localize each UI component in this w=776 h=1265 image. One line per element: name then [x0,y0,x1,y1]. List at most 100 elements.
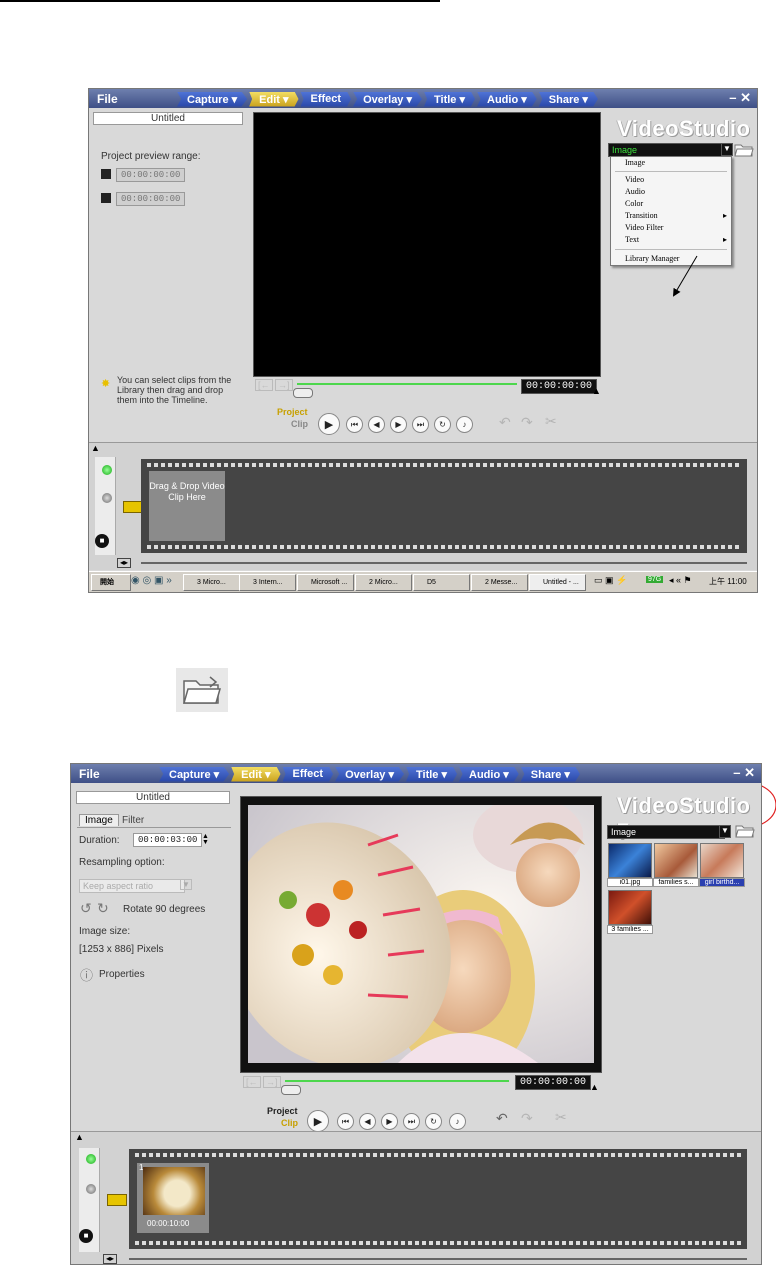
tab-effect[interactable]: Effect [300,91,352,107]
project-title[interactable]: Untitled [93,112,243,125]
volume-button[interactable]: ♪ [456,416,473,433]
timecode-display[interactable]: 00:00:00:00 [521,379,598,394]
undo-icon[interactable]: ↶ [496,1110,508,1127]
tab-capture[interactable]: Capture ▾ [177,91,248,107]
tray-icons[interactable]: ▭ ▣ ⚡ [594,575,627,586]
tab-filter[interactable]: Filter [117,815,149,826]
menu-item-transition[interactable]: Transition ▸ [611,210,731,222]
play-button[interactable]: ▶ [307,1110,329,1132]
start-button[interactable]: 開始 [91,574,131,591]
fullscreen-icon[interactable]: ▲ [592,386,601,396]
dropdown-arrow-icon[interactable]: ▼ [719,825,731,838]
clip-label[interactable]: Clip [291,419,308,429]
library-thumb-4[interactable] [608,890,652,925]
fullscreen-icon[interactable]: ▲ [590,1082,599,1092]
resampling-arrow-icon[interactable]: ▼ [180,879,192,890]
dropdown-arrow-icon[interactable]: ▼ [721,143,733,156]
next-button[interactable]: ▶ [390,416,407,433]
drop-zone[interactable]: Drag & Drop Video Clip Here [149,471,225,541]
duration-spinner-icon[interactable]: ▲ ▼ [202,833,209,846]
tray-extra-icons[interactable]: ◂ « ⚑ [669,575,692,586]
timeline-scrollbar[interactable] [129,1258,747,1260]
tab-audio[interactable]: Audio ▾ [477,91,537,107]
properties-label[interactable]: Properties [99,969,145,980]
window-controls[interactable]: – ✕ [733,765,755,781]
open-folder-icon[interactable] [735,822,755,843]
zoom-icon[interactable]: ◂▸ [117,558,132,568]
tab-title[interactable]: Title ▾ [406,766,458,782]
library-dropdown[interactable]: Image [608,143,728,157]
scrub-handle[interactable] [293,388,313,398]
task-item-4[interactable]: 2 Micro... [355,574,412,591]
repeat-button[interactable]: ↻ [425,1113,442,1130]
clip-label[interactable]: Clip [281,1118,298,1128]
open-folder-icon[interactable] [734,141,754,162]
tab-capture[interactable]: Capture ▾ [159,766,230,782]
next-frame-icon[interactable]: →] [263,1076,281,1088]
tab-share[interactable]: Share ▾ [520,766,580,782]
tab-share[interactable]: Share ▾ [538,91,598,107]
task-item-1[interactable]: 3 Micro... [183,574,240,591]
previous-button[interactable]: ◀ [359,1113,376,1130]
tab-edit[interactable]: Edit ▾ [249,91,299,107]
tab-title[interactable]: Title ▾ [424,91,476,107]
range-start-field[interactable]: 00:00:00:00 [116,168,186,182]
camera-icon[interactable]: ■ [95,534,109,548]
volume-button[interactable]: ♪ [449,1113,466,1130]
tab-edit[interactable]: Edit ▾ [231,766,281,782]
library-thumb-2[interactable] [654,843,698,878]
range-start-icon[interactable] [101,169,111,179]
timeline-view-icon[interactable] [102,493,112,503]
menu-file[interactable]: File [79,767,159,781]
task-item-7[interactable]: Untitled - ... [529,574,586,591]
timecode-display[interactable]: 00:00:00:00 [515,1075,592,1090]
rotate-right-icon[interactable]: ↻ [97,900,109,917]
timeline-toggle-icon[interactable]: ▲ [91,443,100,453]
rotate-left-icon[interactable]: ↺ [80,900,92,917]
next-frame-icon[interactable]: →] [275,379,293,391]
scrub-bar[interactable] [285,1080,509,1082]
repeat-button[interactable]: ↻ [434,416,451,433]
end-button[interactable]: ⏭ [403,1113,420,1130]
prev-frame-icon[interactable]: [← [255,379,273,391]
redo-icon[interactable]: ↷ [521,1110,533,1127]
next-button[interactable]: ▶ [381,1113,398,1130]
task-item-2[interactable]: 3 Intern... [239,574,296,591]
home-button[interactable]: ⏮ [337,1113,354,1130]
tab-image[interactable]: Image [79,814,119,826]
redo-icon[interactable]: ↷ [521,414,533,431]
scrub-bar[interactable] [297,383,517,385]
play-button[interactable]: ▶ [318,413,340,435]
tab-audio[interactable]: Audio ▾ [459,766,519,782]
menu-item-color[interactable]: Color [611,198,731,210]
menu-item-text[interactable]: Text ▸ [611,234,731,246]
tab-effect[interactable]: Effect [282,766,334,782]
zoom-icon[interactable]: ◂▸ [103,1254,118,1264]
menu-item-library-manager[interactable]: Library Manager [611,253,731,265]
range-end-field[interactable]: 00:00:00:00 [116,192,186,206]
timeline-clip[interactable]: 1 00:00:10:00 [137,1163,209,1233]
menu-file[interactable]: File [97,92,177,106]
menu-item-video-filter[interactable]: Video Filter [611,222,731,234]
storyboard-view-icon[interactable] [102,465,112,475]
library-thumb-1[interactable] [608,843,652,878]
timeline-view-icon[interactable] [86,1184,96,1194]
tab-overlay[interactable]: Overlay ▾ [335,766,405,782]
cut-icon[interactable]: ✂ [555,1109,567,1126]
resampling-select[interactable]: Keep aspect ratio [79,879,185,893]
home-button[interactable]: ⏮ [346,416,363,433]
menu-item-audio[interactable]: Audio [611,186,731,198]
undo-icon[interactable]: ↶ [499,414,511,431]
timeline-toggle-icon[interactable]: ▲ [75,1132,84,1142]
project-label[interactable]: Project [277,407,308,417]
timeline-scrollbar[interactable] [141,562,747,564]
menu-item-image[interactable]: Image [611,157,731,169]
tray-badge[interactable]: 97G [646,576,664,583]
camera-icon[interactable]: ■ [79,1229,93,1243]
end-button[interactable]: ⏭ [412,416,429,433]
task-item-6[interactable]: 2 Messe... [471,574,528,591]
properties-icon[interactable]: ⓘ [80,965,93,984]
previous-button[interactable]: ◀ [368,416,385,433]
prev-frame-icon[interactable]: [← [243,1076,261,1088]
task-item-5[interactable]: D5 [413,574,470,591]
